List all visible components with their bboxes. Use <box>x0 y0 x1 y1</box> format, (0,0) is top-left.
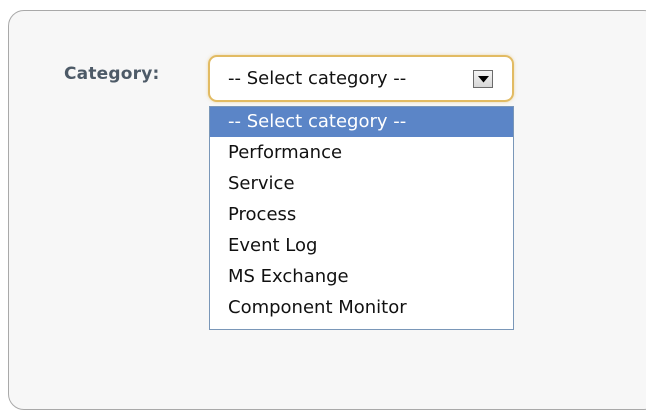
option-service[interactable]: Service <box>210 169 513 199</box>
category-select-value: -- Select category -- <box>228 68 407 89</box>
option-component-monitor[interactable]: Component Monitor <box>210 293 513 323</box>
dropdown-arrow-button[interactable] <box>473 70 493 88</box>
option-ms-exchange[interactable]: MS Exchange <box>210 262 513 292</box>
option-event-log[interactable]: Event Log <box>210 231 513 261</box>
category-label: Category: <box>64 64 160 84</box>
option-select-category[interactable]: -- Select category -- <box>210 107 513 137</box>
option-performance[interactable]: Performance <box>210 138 513 168</box>
chevron-down-icon <box>478 76 489 83</box>
option-process[interactable]: Process <box>210 200 513 230</box>
category-dropdown-list: -- Select category -- Performance Servic… <box>209 106 514 330</box>
category-select[interactable]: -- Select category -- <box>208 55 514 102</box>
